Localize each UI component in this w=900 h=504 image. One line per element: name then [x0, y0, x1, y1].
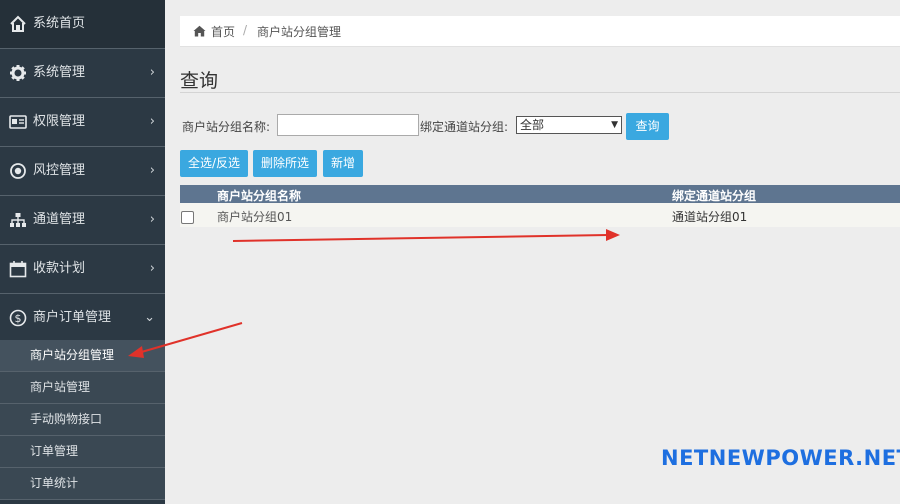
watermark: NETNEWPOWER.NET: [661, 446, 900, 470]
arrow-to-table-row: [232, 229, 620, 242]
annotation-arrows: [128, 229, 620, 358]
arrow-to-submenu: [128, 322, 243, 358]
